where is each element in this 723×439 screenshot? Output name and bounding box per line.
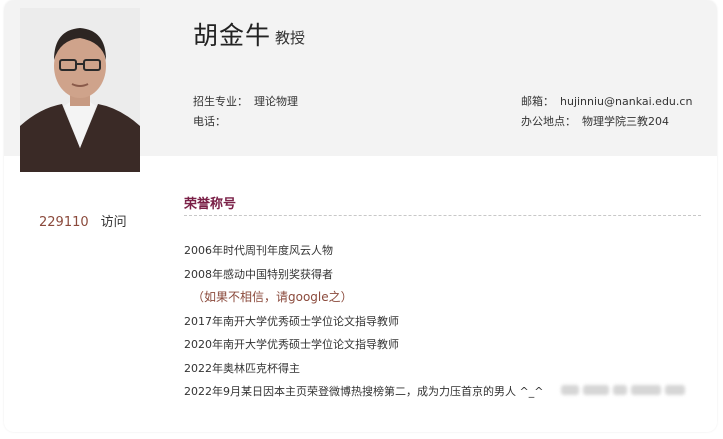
honor-item: 2020年南开大学优秀硕士学位论文指导教师 — [184, 338, 399, 351]
major-value: 理论物理 — [254, 95, 298, 108]
phone-label: 电话： — [193, 115, 226, 128]
visit-label: 访问 — [100, 215, 127, 230]
office-label: 办公地点： — [521, 115, 576, 128]
email-row: 邮箱： hujinniu@nankai.edu.cn — [521, 93, 692, 109]
honor-item: 2022年奥林匹克杯得主 — [184, 361, 300, 375]
profile-title: 教授 — [275, 29, 306, 47]
honor-item: 2022年9月某日因本主页荣登微博热搜榜第二，成为力压首京的男人 ^_^ — [184, 385, 544, 398]
email-value[interactable]: hujinniu@nankai.edu.cn — [560, 95, 692, 108]
honor-item: 2017年南开大学优秀硕士学位论文指导教师 — [184, 314, 399, 328]
email-label: 邮箱： — [521, 95, 554, 108]
section-divider — [184, 215, 701, 216]
visit-count: 229110 — [39, 215, 89, 230]
office-value: 物理学院三教204 — [582, 115, 669, 128]
phone-row: 电话： — [193, 113, 232, 129]
profile-page: 胡金牛 教授 招生专业： 理论物理 电话： 邮箱： hujinniu@nankai.… — [0, 0, 723, 439]
major-label: 招生专业： — [193, 95, 248, 108]
portrait-image — [20, 8, 140, 172]
major-row: 招生专业： 理论物理 — [193, 93, 298, 109]
visit-counter: 229110 访问 — [39, 211, 127, 230]
blurred-watermark — [561, 380, 697, 396]
profile-name: 胡金牛 — [193, 21, 272, 50]
honor-item: 2006年时代周刊年度风云人物 — [184, 244, 333, 257]
honors-section-title: 荣誉称号 — [184, 197, 237, 212]
office-row: 办公地点： 物理学院三教204 — [521, 113, 669, 129]
honor-item-note: （如果不相信，请google之） — [192, 290, 353, 304]
honor-item: 2008年感动中国特别奖获得者 — [184, 267, 333, 281]
honors-list: 2006年时代周刊年度风云人物 2008年感动中国特别奖获得者 （如果不相信，请… — [184, 242, 543, 407]
profile-photo — [20, 8, 140, 172]
